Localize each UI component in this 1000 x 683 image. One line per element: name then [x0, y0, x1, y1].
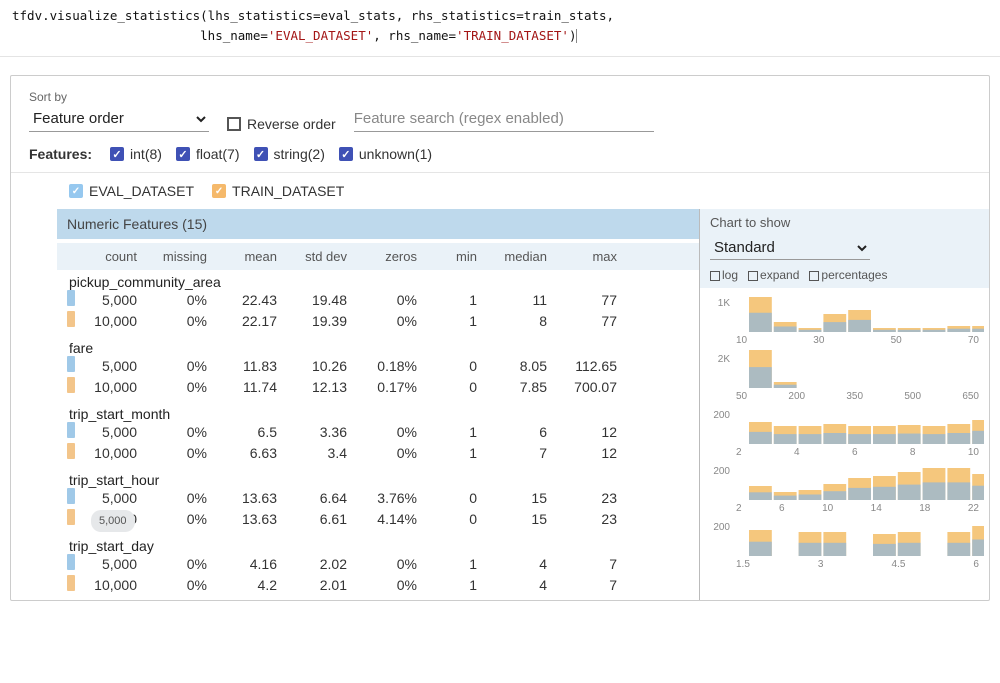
- check-icon: ✓: [339, 147, 353, 161]
- features-label: Features:: [29, 146, 92, 162]
- facets-overview: Sort by Feature order Reverse order Feat…: [10, 75, 990, 601]
- chart-options-row: log expand percentages: [700, 266, 989, 288]
- table-row: 5,0000%4.162.020%147: [57, 554, 699, 575]
- feature-block: trip_start_hour5,0000%13.636.643.76%0152…: [57, 468, 699, 530]
- feature-block: pickup_community_area5,0000%22.4319.480%…: [57, 270, 699, 332]
- chart-to-show-label: Chart to show: [700, 209, 989, 234]
- series-color-bar: [67, 311, 75, 327]
- series-color-bar: [67, 488, 75, 504]
- x-axis-labels: 2610141822: [706, 503, 983, 514]
- checkbox-icon: [227, 117, 241, 131]
- histogram-chart[interactable]: 1K 10305070: [706, 292, 983, 344]
- y-axis-label: 2K: [706, 354, 730, 365]
- dataset-legend: ✓EVAL_DATASET ✓TRAIN_DATASET: [11, 179, 989, 209]
- table-header-row: count missing mean std dev zeros min med…: [57, 243, 699, 270]
- feature-name: trip_start_day: [57, 534, 699, 554]
- controls-row: Sort by Feature order Reverse order: [11, 76, 989, 138]
- series-color-bar: [67, 356, 75, 372]
- feature-name: fare: [57, 336, 699, 356]
- table-row: 5,0000%6.53.360%1612: [57, 422, 699, 443]
- x-axis-labels: 10305070: [706, 335, 983, 346]
- code-line-1: tfdv.visualize_statistics(lhs_statistics…: [12, 8, 614, 23]
- legend-eval[interactable]: ✓EVAL_DATASET: [69, 183, 194, 199]
- histogram-chart[interactable]: 2K 50200350500650: [706, 348, 983, 400]
- filter-unknown[interactable]: ✓unknown(1): [339, 146, 432, 162]
- feature-block: trip_start_day5,0000%4.162.020%14710,000…: [57, 534, 699, 596]
- y-axis-label: 200: [706, 466, 730, 477]
- filter-float[interactable]: ✓float(7): [176, 146, 240, 162]
- filter-int[interactable]: ✓int(8): [110, 146, 162, 162]
- check-icon: ✓: [212, 184, 226, 198]
- x-axis-labels: 50200350500650: [706, 391, 983, 402]
- sort-by-group: Sort by Feature order: [29, 90, 209, 132]
- series-color-bar: [67, 422, 75, 438]
- table-row: 5,0000%13.636.643.76%01523: [57, 488, 699, 509]
- series-color-bar: [67, 509, 75, 525]
- chart-type-select[interactable]: Standard: [710, 236, 870, 260]
- percentages-checkbox[interactable]: percentages: [809, 268, 887, 282]
- series-color-bar: [67, 554, 75, 570]
- log-checkbox[interactable]: log: [710, 268, 738, 282]
- histogram-chart[interactable]: 200 246810: [706, 404, 983, 456]
- x-axis-labels: 1.534.56: [706, 559, 983, 570]
- code-cell: tfdv.visualize_statistics(lhs_statistics…: [0, 0, 1000, 57]
- feature-name: trip_start_month: [57, 402, 699, 422]
- feature-block: trip_start_month5,0000%6.53.360%161210,0…: [57, 402, 699, 464]
- stats-table: Numeric Features (15) count missing mean…: [57, 209, 699, 600]
- y-axis-label: 1K: [706, 298, 730, 309]
- check-icon: ✓: [254, 147, 268, 161]
- chart-panel: Chart to show Standard log expand percen…: [699, 209, 989, 600]
- expand-checkbox[interactable]: expand: [748, 268, 799, 282]
- series-color-bar: [67, 575, 75, 591]
- section-header: Numeric Features (15): [57, 209, 699, 239]
- reverse-order-checkbox[interactable]: Reverse order: [227, 116, 336, 132]
- check-icon: ✓: [69, 184, 83, 198]
- feature-name: trip_start_hour: [57, 468, 699, 488]
- series-color-bar: [67, 377, 75, 393]
- feature-block: fare5,0000%11.8310.260.18%08.05112.6510,…: [57, 336, 699, 398]
- histogram-chart[interactable]: 200 1.534.56: [706, 516, 983, 568]
- table-row: 10,0000%13.636.614.14%015235,000: [57, 509, 699, 530]
- table-row: 10,0000%4.22.010%147: [57, 575, 699, 596]
- feature-search-input[interactable]: [354, 106, 654, 132]
- series-color-bar: [67, 443, 75, 459]
- table-row: 10,0000%11.7412.130.17%07.85700.07: [57, 377, 699, 398]
- filter-string[interactable]: ✓string(2): [254, 146, 325, 162]
- table-row: 10,0000%22.1719.390%1877: [57, 311, 699, 332]
- check-icon: ✓: [176, 147, 190, 161]
- series-color-bar: [67, 290, 75, 306]
- y-axis-label: 200: [706, 410, 730, 421]
- tooltip: 5,000: [91, 510, 135, 532]
- table-row: 10,0000%6.633.40%1712: [57, 443, 699, 464]
- y-axis-label: 200: [706, 522, 730, 533]
- legend-train[interactable]: ✓TRAIN_DATASET: [212, 183, 344, 199]
- sort-by-label: Sort by: [29, 90, 209, 104]
- sort-by-select[interactable]: Feature order: [29, 106, 209, 132]
- histogram-chart[interactable]: 200 2610141822: [706, 460, 983, 512]
- table-row: 5,0000%11.8310.260.18%08.05112.65: [57, 356, 699, 377]
- x-axis-labels: 246810: [706, 447, 983, 458]
- table-row: 5,0000%22.4319.480%11177: [57, 290, 699, 311]
- feature-name: pickup_community_area: [57, 270, 699, 290]
- feature-type-filter-row: Features: ✓int(8) ✓float(7) ✓string(2) ✓…: [11, 138, 989, 170]
- check-icon: ✓: [110, 147, 124, 161]
